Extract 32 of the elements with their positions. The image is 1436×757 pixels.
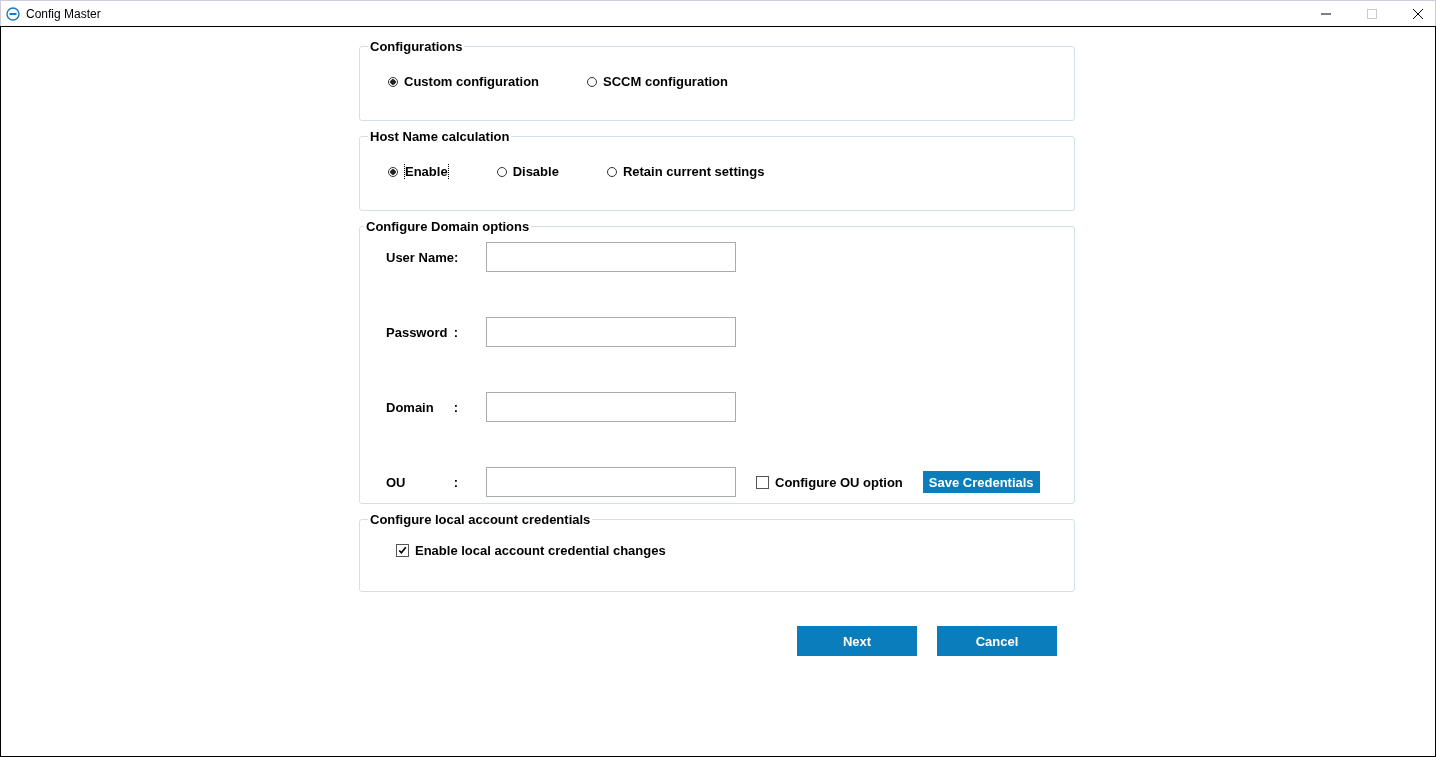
field-label: OU [386,474,406,490]
checkbox-label[interactable]: Configure OU option [775,474,903,490]
field-label: Password [386,324,448,340]
radio-button[interactable] [388,76,398,87]
cancel-button[interactable]: Cancel [937,626,1057,656]
input-field[interactable] [486,392,736,422]
app-logo-icon [6,6,20,21]
checkbox[interactable] [396,544,409,557]
group-title: Configure Domain options [365,219,531,234]
radio-button[interactable] [388,166,398,177]
radio-label[interactable]: SCCM configuration [603,74,728,89]
radio-label[interactable]: Retain current settings [622,164,765,179]
save-credentials-button[interactable]: Save Credentials [922,471,1040,493]
radio-label[interactable]: Disable [512,164,559,179]
colon-label: : [453,474,458,490]
close-icon[interactable] [1413,8,1423,19]
field-label: User Name: [386,249,459,265]
radio-label[interactable]: Custom configuration [404,74,540,89]
checkbox-label[interactable]: Enable local account credential changes [415,543,666,558]
group-title: Host Name calculation [369,129,511,144]
input-field[interactable] [486,242,736,272]
window-title: Config Master [26,6,101,21]
checkbox[interactable] [756,475,769,489]
input-field[interactable] [486,467,736,497]
colon-label: : [453,324,458,340]
colon-label: : [453,399,458,415]
group-title: Configure local account credentials [369,512,592,527]
field-label: Domain [386,399,434,415]
group-title: Configurations [369,39,464,54]
radio-label[interactable]: Enable [404,164,449,179]
input-field[interactable] [486,317,736,347]
next-button[interactable]: Next [797,626,917,656]
